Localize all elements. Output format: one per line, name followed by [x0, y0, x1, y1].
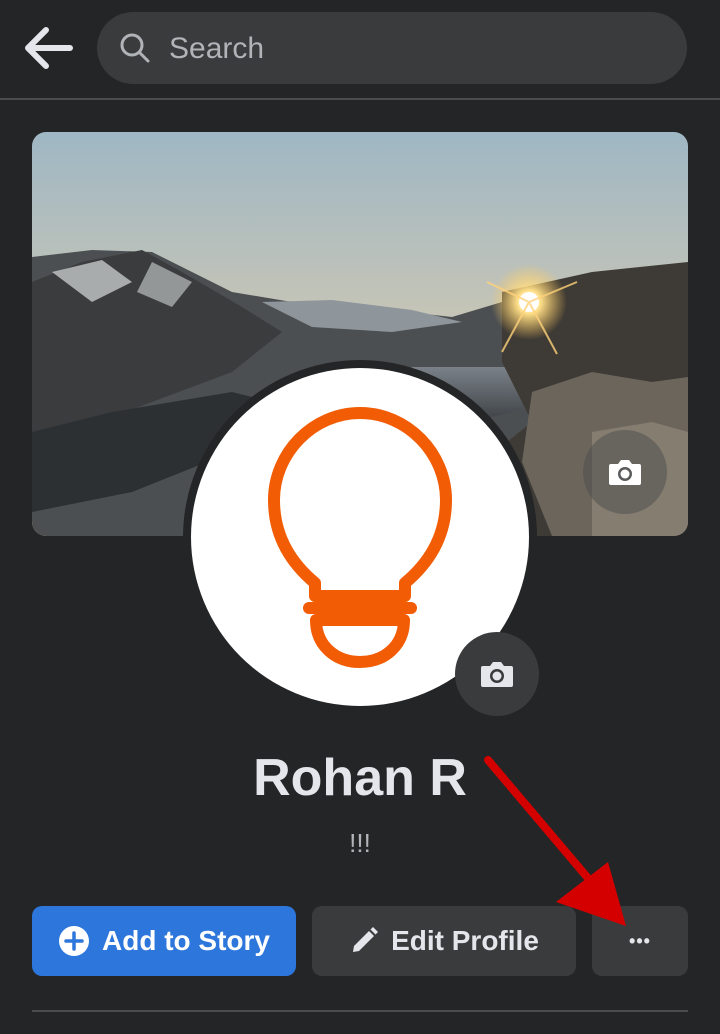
camera-icon — [609, 460, 641, 485]
plus-circle-icon — [58, 925, 90, 957]
edit-profile-button[interactable]: Edit Profile — [312, 906, 576, 976]
header-divider — [0, 98, 720, 100]
arrow-left-icon — [25, 27, 73, 69]
search-icon — [120, 33, 150, 63]
more-options-button[interactable]: ••• — [592, 906, 688, 976]
search-bar[interactable] — [97, 12, 687, 86]
search-input[interactable] — [167, 12, 671, 86]
camera-icon — [481, 662, 513, 687]
add-to-story-button[interactable]: Add to Story — [32, 906, 296, 976]
top-bar — [0, 0, 720, 98]
edit-profile-label: Edit Profile — [391, 925, 539, 956]
add-to-story-label: Add to Story — [102, 925, 270, 956]
pencil-icon — [349, 926, 379, 956]
profile-name: Rohan R — [253, 749, 467, 807]
actions-divider — [32, 1010, 688, 1012]
back-button[interactable] — [22, 26, 74, 70]
more-dots-icon: ••• — [629, 930, 651, 951]
profile-bio: !!! — [349, 828, 371, 858]
change-profile-picture-button[interactable] — [455, 632, 539, 716]
change-cover-photo-button[interactable] — [583, 430, 667, 514]
